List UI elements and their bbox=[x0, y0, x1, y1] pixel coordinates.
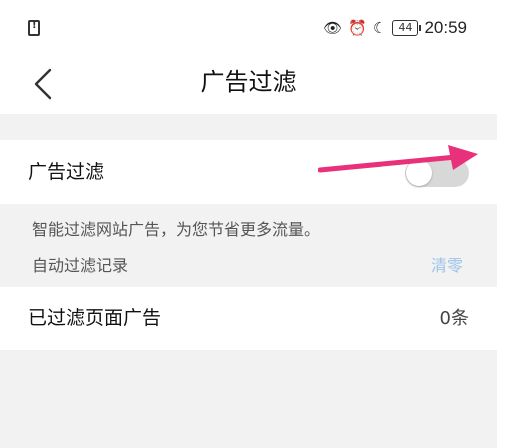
chevron-left-icon[interactable] bbox=[30, 68, 60, 100]
filtered-count-label: 已过滤页面广告 bbox=[28, 307, 162, 329]
phone-screen: 👁 ⏰ ☾ 44 20:59 广告过滤 广告过滤 智能过滤网站广告，为您节省更多… bbox=[0, 0, 497, 448]
filtered-count-value: 0条 bbox=[439, 308, 469, 329]
sim-alert-icon bbox=[28, 20, 40, 36]
moon-icon: ☾ bbox=[373, 19, 387, 37]
status-icons: 👁 ⏰ ☾ 44 20:59 bbox=[323, 18, 467, 38]
status-time: 20:59 bbox=[424, 18, 467, 37]
battery-icon: 44 bbox=[392, 20, 422, 36]
screen-edge bbox=[497, 0, 509, 448]
ad-filter-description: 智能过滤网站广告，为您节省更多流量。 bbox=[32, 220, 321, 239]
ad-filter-label: 广告过滤 bbox=[28, 161, 105, 183]
page-title: 广告过滤 bbox=[200, 68, 297, 96]
clear-button[interactable]: 清零 bbox=[431, 252, 463, 276]
filtered-count-row: 已过滤页面广告 0条 bbox=[0, 287, 497, 350]
status-bar: 👁 ⏰ ☾ 44 20:59 bbox=[0, 0, 497, 54]
alarm-icon: ⏰ bbox=[348, 19, 367, 37]
eye-icon: 👁 bbox=[323, 19, 343, 37]
arrow-right-icon bbox=[318, 145, 478, 173]
title-bar: 广告过滤 bbox=[0, 54, 497, 114]
auto-filter-record-label: 自动过滤记录 bbox=[32, 256, 129, 275]
